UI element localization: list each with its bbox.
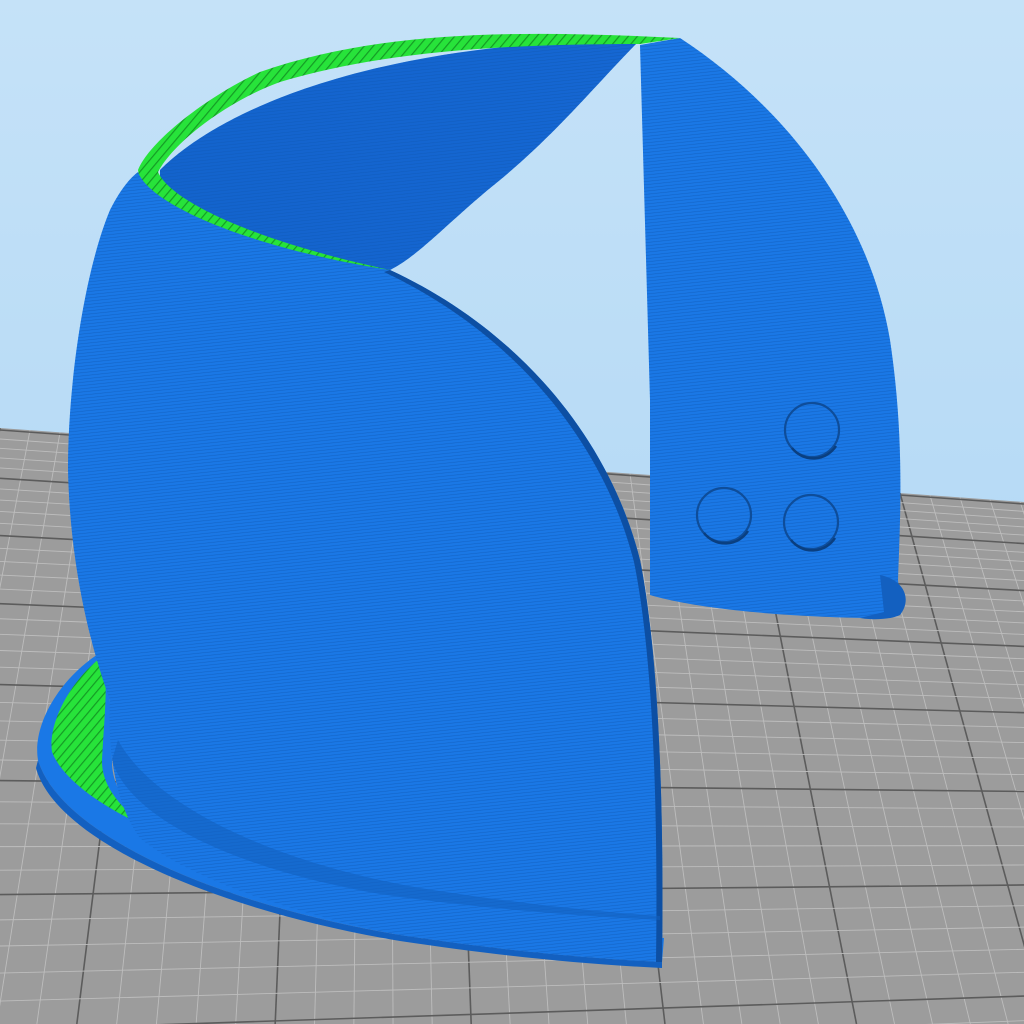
slice-preview-canvas[interactable] [0,0,1024,1024]
3d-viewport[interactable] [0,0,1024,1024]
